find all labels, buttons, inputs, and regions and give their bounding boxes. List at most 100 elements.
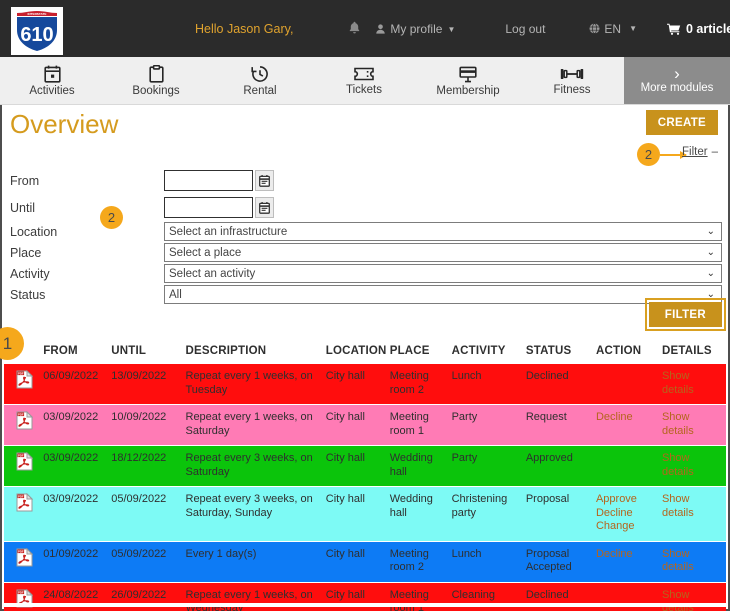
filter-button[interactable]: FILTER (648, 302, 722, 327)
pdf-icon[interactable]: PDF (16, 410, 39, 435)
status-select[interactable]: All ⌄ (164, 285, 722, 304)
chevron-down-icon: ▼ (629, 24, 637, 33)
app-window: INTERSTATE 610 Hello Jason Gary, My prof… (0, 0, 730, 611)
pdf-icon[interactable]: PDF (16, 369, 34, 389)
col-status[interactable]: STATUS (525, 339, 596, 364)
ticket-icon (354, 67, 374, 80)
col-until[interactable]: UNTIL (111, 339, 186, 364)
annotation-badge: 2 (100, 206, 123, 229)
cart-icon (667, 23, 681, 35)
language-label: EN (604, 21, 622, 36)
language-selector[interactable]: EN ▼ (589, 22, 637, 36)
table-bottom-edge (4, 603, 726, 607)
filter-toggle[interactable]: Filter – (682, 146, 718, 158)
action-link-approve[interactable]: Approve (596, 493, 658, 507)
row-from: 03/09/2022 (43, 445, 112, 487)
nav-item-membership[interactable]: Membership (416, 57, 520, 104)
cart-summary[interactable]: 0 articles / € 0.00 (667, 22, 730, 36)
filter-row-status: Status All ⌄ (10, 284, 722, 305)
show-details-link[interactable]: Show details (662, 548, 694, 574)
nav-item-bookings[interactable]: Bookings (104, 57, 208, 104)
activity-select[interactable]: Select an activity ⌄ (164, 264, 722, 283)
action-link-decline[interactable]: Decline (596, 548, 658, 562)
table-row[interactable]: PDF 03/09/2022 18/12/2022 Repeat every 3 we… (4, 445, 726, 487)
from-calendar-button[interactable] (255, 170, 274, 191)
profile-menu[interactable]: My profile ▼ (376, 22, 455, 36)
nav-item-tickets[interactable]: Tickets (312, 57, 416, 104)
row-pdf-cell: PDF (4, 486, 44, 541)
show-details-link[interactable]: Show details (662, 411, 694, 437)
row-description: Repeat every 3 weeks, on Saturday (185, 445, 326, 487)
location-select[interactable]: Select an infrastructure ⌄ (164, 222, 722, 241)
filter-label-location: Location (10, 224, 58, 239)
bell-icon[interactable] (349, 21, 360, 36)
row-description: Repeat every 1 weeks, on Saturday (185, 404, 326, 446)
svg-text:PDF: PDF (18, 454, 24, 458)
table-head: FROM UNTIL DESCRIPTION LOCATION PLACE AC… (4, 339, 726, 364)
pdf-icon[interactable]: PDF (16, 369, 39, 394)
row-until: 05/09/2022 (111, 540, 186, 582)
row-from: 01/09/2022 (43, 540, 112, 582)
col-location[interactable]: LOCATION (325, 339, 390, 364)
row-pdf-cell: PDF (4, 540, 44, 582)
row-details: Show details (661, 404, 726, 446)
nav-item-more-modules[interactable]: › More modules (624, 57, 730, 104)
logo[interactable]: INTERSTATE 610 (11, 7, 63, 55)
row-status: Proposal Accepted (525, 540, 596, 582)
annotation-2-filter-form: 2 (100, 206, 123, 229)
pdf-icon[interactable]: PDF (16, 492, 34, 512)
pdf-icon[interactable]: PDF (16, 410, 34, 430)
filter-row-place: Place Select a place ⌄ (10, 242, 722, 263)
pdf-icon[interactable]: PDF (16, 547, 34, 567)
row-status: Request (525, 404, 596, 446)
col-description[interactable]: DESCRIPTION (185, 339, 326, 364)
table-row[interactable]: PDF 06/09/2022 13/09/2022 Repeat every 1 we… (4, 363, 726, 405)
table-row[interactable]: PDF 03/09/2022 05/09/2022 Repeat every 3 we… (4, 486, 726, 541)
row-actions: Decline (595, 404, 662, 446)
pdf-icon[interactable]: PDF (16, 451, 34, 471)
activity-select-value: Select an activity (169, 267, 256, 280)
pdf-icon[interactable]: PDF (16, 547, 39, 572)
col-from[interactable]: FROM (43, 339, 112, 364)
nav-item-fitness[interactable]: Fitness (520, 57, 624, 104)
filter-label-until: Until (10, 200, 36, 215)
filter-toggle-sign: – (711, 146, 718, 158)
table-row[interactable]: PDF 01/09/2022 05/09/2022 Every 1 day(s) Cit… (4, 540, 726, 582)
nav-label: Activities (29, 84, 75, 97)
row-place: Meeting room 2 (389, 540, 452, 582)
pdf-icon[interactable]: PDF (16, 492, 39, 517)
action-link-decline[interactable]: Decline (596, 411, 658, 425)
row-description: Every 1 day(s) (185, 540, 326, 582)
logout-link[interactable]: Log out (505, 22, 545, 36)
table-header-row: FROM UNTIL DESCRIPTION LOCATION PLACE AC… (4, 339, 726, 364)
row-from: 03/09/2022 (43, 486, 112, 541)
table-row[interactable]: PDF 03/09/2022 10/09/2022 Repeat every 1 we… (4, 404, 726, 446)
chevron-down-icon: ⌄ (706, 226, 715, 237)
until-calendar-button[interactable] (255, 197, 274, 218)
from-date-input[interactable] (164, 170, 253, 191)
row-from: 03/09/2022 (43, 404, 112, 446)
row-activity: Party (451, 404, 526, 446)
action-link-change[interactable]: Change (596, 520, 658, 534)
row-location: City hall (325, 540, 390, 582)
pdf-icon[interactable]: PDF (16, 588, 39, 611)
filter-toggle-label: Filter (682, 146, 708, 158)
until-date-input[interactable] (164, 197, 253, 218)
show-details-link[interactable]: Show details (662, 589, 694, 611)
col-place[interactable]: PLACE (389, 339, 452, 364)
show-details-link[interactable]: Show details (662, 493, 694, 519)
place-select[interactable]: Select a place ⌄ (164, 243, 722, 262)
pdf-icon[interactable]: PDF (16, 451, 39, 476)
row-location: City hall (325, 486, 390, 541)
action-link-decline[interactable]: Decline (596, 507, 658, 521)
svg-text:INTERSTATE: INTERSTATE (28, 12, 47, 16)
annotation-badge: 2 (637, 143, 660, 166)
col-activity[interactable]: ACTIVITY (451, 339, 526, 364)
nav-item-rental[interactable]: Rental (208, 57, 312, 104)
calendar-icon (43, 65, 61, 83)
show-details-link[interactable]: Show details (662, 452, 694, 478)
calendar-icon (259, 201, 270, 214)
nav-item-activities[interactable]: Activities (0, 57, 104, 104)
create-button[interactable]: CREATE (645, 110, 718, 135)
show-details-link[interactable]: Show details (662, 370, 694, 396)
